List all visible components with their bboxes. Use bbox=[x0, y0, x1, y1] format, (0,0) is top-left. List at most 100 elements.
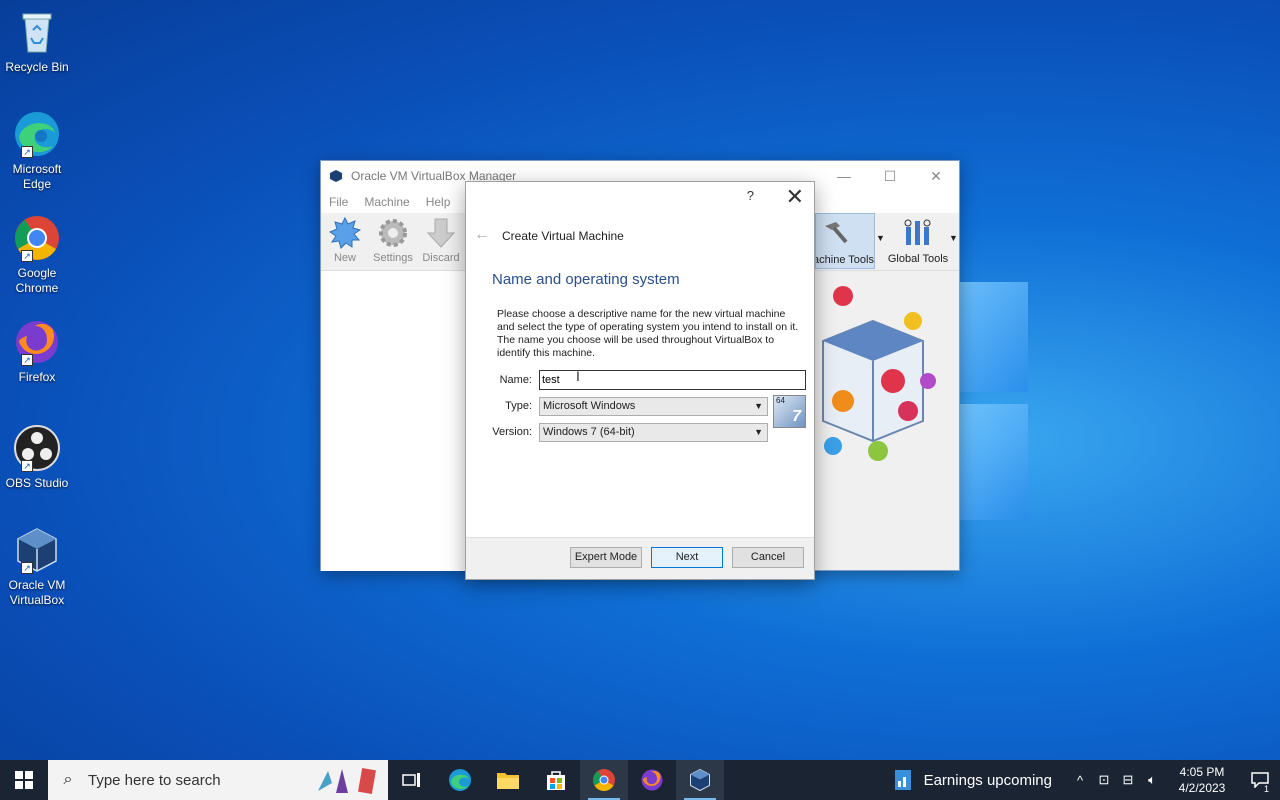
menu-help[interactable]: Help bbox=[418, 195, 459, 209]
next-button[interactable]: Next bbox=[651, 547, 723, 568]
show-hidden-icons-chevron-icon[interactable]: ^ bbox=[1068, 773, 1092, 788]
new-vm-button[interactable]: New bbox=[321, 213, 369, 270]
chevron-down-icon: ▼ bbox=[754, 401, 763, 411]
dialog-footer: Expert Mode Next Cancel bbox=[466, 537, 814, 579]
new-icon bbox=[328, 216, 362, 249]
cancel-button[interactable]: Cancel bbox=[732, 547, 804, 568]
menu-file[interactable]: File bbox=[321, 195, 356, 209]
os-type-value: Microsoft Windows bbox=[543, 400, 636, 412]
os-version-select[interactable]: Windows 7 (64-bit) ▼ bbox=[539, 423, 768, 442]
taskbar-search-box[interactable]: ⌕ Type here to search bbox=[48, 760, 388, 800]
network-icon[interactable]: ⊟ bbox=[1116, 772, 1140, 788]
page-heading: Name and operating system bbox=[492, 271, 680, 288]
chevron-down-icon: ▼ bbox=[754, 427, 763, 437]
windows7-os-icon: 64 7 bbox=[773, 395, 806, 428]
global-tools-button[interactable]: Global Tools bbox=[887, 213, 949, 269]
taskbar-edge[interactable] bbox=[436, 760, 484, 800]
store-bag-icon bbox=[547, 771, 565, 790]
clock[interactable]: 4:05 PM 4/2/2023 bbox=[1164, 764, 1240, 796]
type-label: Type: bbox=[505, 400, 532, 412]
taskbar-file-explorer[interactable] bbox=[484, 760, 532, 800]
create-vm-dialog[interactable]: ? ✕ ← Create Virtual Machine Name and op… bbox=[465, 181, 815, 580]
hammer-icon bbox=[825, 222, 848, 244]
desktop-icon-label: Oracle VM VirtualBox bbox=[8, 578, 66, 607]
global-tools-label: Global Tools bbox=[887, 253, 949, 265]
desktop-icon-firefox[interactable]: ↗ Firefox bbox=[4, 318, 70, 385]
name-label: Name: bbox=[499, 374, 532, 386]
machine-tools-label: Machine Tools bbox=[816, 254, 874, 266]
vm-list-panel[interactable] bbox=[321, 271, 466, 571]
firefox-icon: ↗ bbox=[13, 318, 61, 366]
clock-time: 4:05 PM bbox=[1179, 765, 1225, 779]
search-placeholder: Type here to search bbox=[88, 771, 221, 789]
search-highlight-illustration-icon bbox=[318, 767, 376, 795]
chrome-icon: ↗ bbox=[13, 214, 61, 262]
help-button[interactable]: ? bbox=[747, 188, 754, 203]
meet-now-icon[interactable]: ⊡ bbox=[1092, 772, 1116, 788]
taskbar-store[interactable] bbox=[532, 760, 580, 800]
taskbar-virtualbox[interactable] bbox=[676, 760, 724, 800]
text-cursor-icon: I bbox=[576, 368, 580, 384]
desktop-icon-label: Google Chrome bbox=[15, 266, 59, 295]
os-type-select[interactable]: Microsoft Windows ▼ bbox=[539, 397, 768, 416]
discard-button[interactable]: Discard bbox=[417, 213, 465, 270]
global-tools-icon bbox=[904, 219, 931, 245]
shortcut-arrow-icon: ↗ bbox=[21, 562, 33, 574]
clock-date: 4/2/2023 bbox=[1178, 781, 1226, 795]
dialog-title: Create Virtual Machine bbox=[502, 229, 624, 243]
desktop-icon-virtualbox[interactable]: ↗ Oracle VM VirtualBox bbox=[4, 526, 70, 608]
menu-machine[interactable]: Machine bbox=[356, 195, 417, 209]
shortcut-arrow-icon: ↗ bbox=[21, 460, 33, 472]
dialog-close-button[interactable]: ✕ bbox=[786, 184, 804, 210]
settings-button[interactable]: Settings bbox=[369, 213, 417, 270]
back-arrow-icon[interactable]: ← bbox=[474, 226, 490, 244]
machine-tools-dropdown-icon[interactable]: ▼ bbox=[876, 233, 885, 243]
virtualbox-icon bbox=[690, 768, 710, 792]
firefox-icon bbox=[641, 769, 663, 791]
os-version-value: Windows 7 (64-bit) bbox=[543, 426, 635, 438]
os-version-number: 7 bbox=[792, 408, 801, 425]
machine-tools-button[interactable]: Machine Tools bbox=[815, 213, 875, 269]
recycle-bin-icon bbox=[13, 8, 61, 56]
taskbar-chrome[interactable] bbox=[580, 760, 628, 800]
discard-label: Discard bbox=[422, 252, 460, 264]
page-description: Please choose a descriptive name for the… bbox=[497, 308, 799, 359]
desktop-icon-label: Recycle Bin bbox=[5, 60, 69, 74]
desktop-icon-edge[interactable]: ↗ Microsoft Edge bbox=[4, 110, 70, 192]
version-label: Version: bbox=[492, 426, 532, 438]
notification-count-badge: 1 bbox=[1262, 784, 1270, 794]
virtualbox-mascot-image bbox=[813, 281, 943, 471]
windows-start-icon bbox=[15, 771, 33, 789]
volume-icon[interactable]: 🔈︎ bbox=[1140, 772, 1164, 788]
system-tray: Earnings upcoming ^ ⊡ ⊟ 🔈︎ 4:05 PM 4/2/2… bbox=[894, 760, 1280, 800]
discard-arrow-icon bbox=[425, 217, 457, 249]
task-view-button[interactable] bbox=[388, 760, 436, 800]
os-bits-badge: 64 bbox=[776, 396, 785, 405]
shortcut-arrow-icon: ↗ bbox=[21, 354, 33, 366]
expert-mode-button[interactable]: Expert Mode bbox=[570, 547, 642, 568]
folder-icon bbox=[497, 773, 519, 789]
desktop-icon-label: Microsoft Edge bbox=[12, 162, 62, 191]
vbox-tools-area: Machine Tools ▼ Global Tools ▼ bbox=[809, 213, 959, 271]
desktop-icon-obs[interactable]: ↗ OBS Studio bbox=[4, 424, 70, 491]
new-label: New bbox=[333, 252, 356, 264]
edge-icon: ↗ bbox=[13, 110, 61, 158]
virtualbox-small-icon bbox=[330, 170, 342, 182]
maximize-button[interactable]: ☐ bbox=[867, 161, 913, 191]
global-tools-dropdown-icon[interactable]: ▼ bbox=[949, 233, 958, 243]
settings-label: Settings bbox=[373, 252, 413, 264]
taskbar-firefox[interactable] bbox=[628, 760, 676, 800]
minimize-button[interactable]: — bbox=[821, 161, 867, 191]
news-text: Earnings upcoming bbox=[923, 771, 1052, 789]
desktop-icon-recycle-bin[interactable]: Recycle Bin bbox=[4, 8, 70, 75]
settings-gear-icon bbox=[377, 217, 409, 249]
start-button[interactable] bbox=[0, 760, 48, 800]
notification-center-button[interactable]: 1 bbox=[1240, 760, 1280, 800]
search-icon: ⌕ bbox=[63, 771, 73, 788]
task-view-icon bbox=[402, 773, 420, 787]
obs-icon: ↗ bbox=[13, 424, 61, 472]
desktop-icon-chrome[interactable]: ↗ Google Chrome bbox=[4, 214, 70, 296]
news-widget[interactable]: Earnings upcoming bbox=[894, 769, 1052, 791]
news-chart-icon bbox=[894, 770, 911, 790]
close-window-button[interactable]: ✕ bbox=[913, 161, 959, 191]
